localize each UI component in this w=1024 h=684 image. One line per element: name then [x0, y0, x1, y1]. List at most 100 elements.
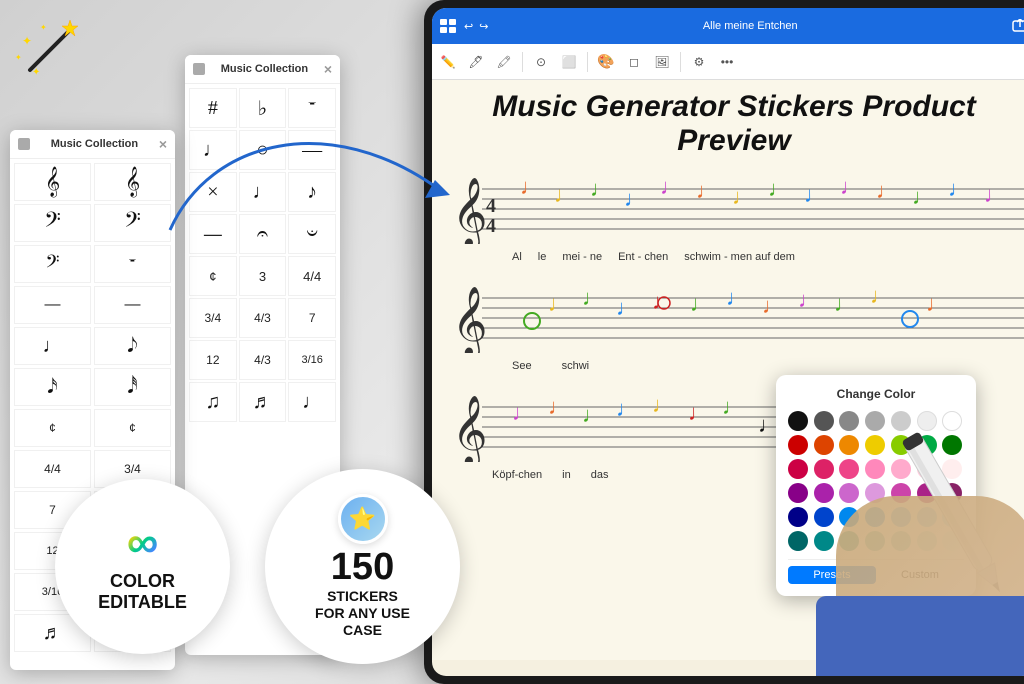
sticker[interactable]: ○ [239, 130, 287, 170]
sticker[interactable]: 3/16 [288, 340, 336, 380]
ipad-topbar: ↩ ↪ Alle meine Entchen [432, 8, 1024, 44]
sticker[interactable]: ¢ [94, 409, 171, 447]
more-tool[interactable]: ••• [717, 52, 737, 72]
marker-tool[interactable]: 🖍 [494, 52, 514, 72]
sticker[interactable]: ♬ [239, 382, 287, 422]
svg-text:𝄞: 𝄞 [452, 396, 487, 462]
sticker[interactable]: ¢ [14, 409, 91, 447]
svg-text:♩: ♩ [732, 184, 754, 209]
svg-text:4: 4 [486, 195, 496, 217]
svg-text:♩: ♩ [616, 295, 638, 320]
undo-icon[interactable]: ↩ [464, 20, 473, 33]
sticker[interactable]: 𝄞 [14, 163, 91, 201]
sticker[interactable]: ♩ [14, 327, 91, 365]
sticker[interactable]: ♩ [189, 130, 237, 170]
color-wheel-tool[interactable]: 🎨 [596, 52, 616, 72]
sticker[interactable]: 12 [189, 340, 237, 380]
lyrics-1: Al le mei - ne Ent - chen schwim - men a… [452, 251, 1016, 263]
toolbar-divider-3 [680, 52, 681, 72]
sticker[interactable]: 𝄑 [288, 214, 336, 254]
sticker[interactable]: 3/4 [189, 298, 237, 338]
lyric-word: Ent - chen [618, 251, 668, 263]
svg-text:♩: ♩ [690, 291, 712, 316]
ipad-screen: ↩ ↪ Alle meine Entchen ✏️ 🖊 🖍 ⊙ ⬜ 🎨 ◻ [432, 8, 1024, 676]
svg-text:✦: ✦ [22, 34, 32, 48]
shapes-tool[interactable]: ◻ [624, 52, 644, 72]
svg-text:♩: ♩ [554, 182, 576, 207]
sticker[interactable]: 7 [288, 298, 336, 338]
magic-wand-decoration: ✦ ✦ ✦ ✦ [10, 10, 90, 90]
svg-text:𝄞: 𝄞 [452, 178, 487, 244]
panel-back-title: Music Collection [221, 63, 308, 75]
lyric-word: mei - ne [562, 251, 602, 263]
panel-front-close[interactable]: × [159, 136, 167, 152]
lyrics-2: See schwi [452, 360, 1016, 372]
sticker[interactable]: — [94, 286, 171, 324]
panel-back-close[interactable]: × [324, 61, 332, 77]
sticker[interactable]: 𝄞 [94, 163, 171, 201]
sticker[interactable]: — [288, 130, 336, 170]
sticker[interactable]: 4/4 [288, 256, 336, 296]
topbar-left: ↩ ↪ [440, 19, 488, 33]
photo-tool[interactable]: 🖼 [652, 52, 672, 72]
sticker[interactable]: 𝅘𝅥𝅯 [14, 368, 91, 406]
panel-front-header: Music Collection × [10, 130, 175, 159]
svg-text:♩: ♩ [834, 291, 856, 316]
svg-text:♩: ♩ [688, 400, 710, 425]
sticker[interactable]: — [189, 214, 237, 254]
svg-text:♩: ♩ [548, 394, 570, 419]
svg-text:♩: ♩ [512, 400, 534, 425]
svg-text:♩: ♩ [798, 287, 820, 312]
svg-text:4: 4 [486, 215, 496, 237]
lyric-word: schwim - men auf dem [684, 251, 795, 263]
lyric-word: Al [512, 251, 522, 263]
lyric-word: Köpf-chen [492, 469, 542, 481]
sticker[interactable]: × [189, 172, 237, 212]
sticker[interactable]: 𝄢 [14, 204, 91, 242]
lasso-tool[interactable]: ⊙ [531, 52, 551, 72]
sticker[interactable]: 𝄻 [288, 88, 336, 128]
sticker-count: 150 [331, 548, 394, 586]
panel-front-title: Music Collection [51, 138, 138, 150]
svg-text:𝄞: 𝄞 [452, 287, 487, 353]
sticker-badge-icon: ⭐ [338, 494, 388, 544]
redo-icon[interactable]: ↪ [479, 20, 488, 33]
sticker[interactable]: 4/3 [239, 340, 287, 380]
hand-area [756, 376, 1024, 676]
toolbar-divider-2 [587, 52, 588, 72]
sleeve [816, 596, 1024, 676]
sticker[interactable]: 3 [239, 256, 287, 296]
sticker[interactable]: ♭ [239, 88, 287, 128]
svg-text:♩: ♩ [624, 186, 646, 211]
svg-text:♩: ♩ [926, 291, 948, 316]
sticker[interactable]: 𝅘𝅥𝅰 [94, 368, 171, 406]
sticker[interactable]: 𝄢 [94, 204, 171, 242]
sticker[interactable]: ¢ [189, 256, 237, 296]
topbar-title: Alle meine Entchen [703, 20, 798, 32]
sticker[interactable]: ♪ [288, 172, 336, 212]
sticker[interactable]: 4/4 [14, 450, 91, 488]
pen-tool[interactable]: 🖊 [466, 52, 486, 72]
sticker[interactable]: 𝅘𝅥𝅮 [94, 327, 171, 365]
sticker[interactable]: ♫ [189, 382, 237, 422]
panel-front-icon [18, 138, 30, 150]
svg-text:♩: ♩ [582, 285, 604, 310]
sticker[interactable]: 4/3 [239, 298, 287, 338]
staff-lines-2: 𝄞 ♩ ♩ ♩ ♩ ♩ ♩ ♩ ♩ ♩ ♩ ♩ [452, 283, 1024, 353]
color-editable-badge: ∞ COLOREDITABLE [55, 479, 230, 654]
sticker[interactable]: ♩ [288, 382, 336, 422]
sticker[interactable]: — [14, 286, 91, 324]
sticker[interactable]: 𝄢 [14, 245, 91, 283]
svg-text:♩: ♩ [948, 176, 970, 201]
pencil-tool[interactable]: ✏️ [438, 52, 458, 72]
sticker[interactable]: 𝄐 [239, 214, 287, 254]
eraser-tool[interactable]: ⬜ [559, 52, 579, 72]
sticker[interactable]: 𝄻 [94, 245, 171, 283]
svg-text:♩: ♩ [870, 283, 892, 308]
lyric-word: das [591, 469, 609, 481]
settings-tool[interactable]: ⚙ [689, 52, 709, 72]
topbar-right [1012, 19, 1024, 33]
share-icon[interactable] [1012, 19, 1024, 33]
sticker[interactable]: ♩ [239, 172, 287, 212]
sticker[interactable]: # [189, 88, 237, 128]
